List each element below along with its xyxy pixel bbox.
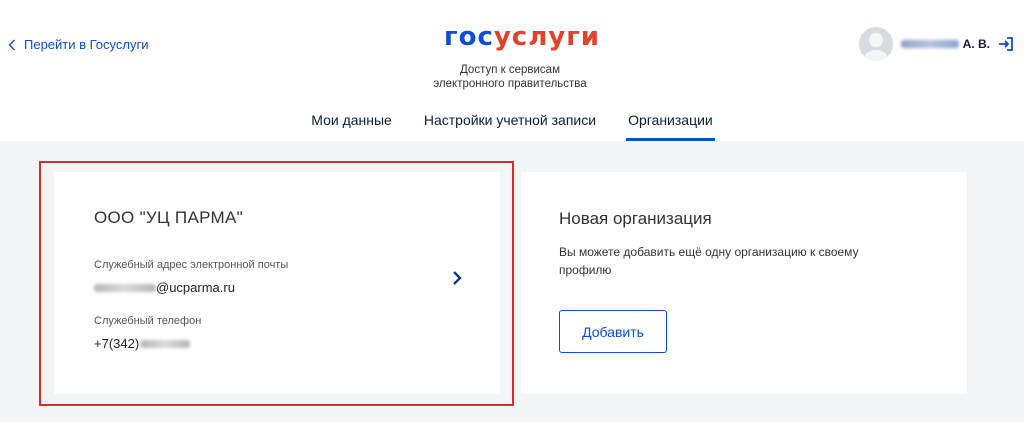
phone-prefix: +7(342) bbox=[94, 336, 140, 351]
phone-value: +7(342) bbox=[94, 336, 191, 351]
organization-name: ООО "УЦ ПАРМА" bbox=[94, 208, 243, 227]
organization-card[interactable]: ООО "УЦ ПАРМА" Служебный адрес электронн… bbox=[54, 172, 500, 394]
add-organization-button[interactable]: Добавить bbox=[559, 310, 667, 353]
avatar[interactable] bbox=[858, 27, 893, 61]
new-organization-title: Новая организация bbox=[559, 209, 712, 228]
subtitle-line-1: Доступ к сервисам bbox=[460, 64, 560, 76]
chevron-left-icon bbox=[8, 39, 15, 50]
account-tabs: Мои данные Настройки учетной записи Орга… bbox=[0, 112, 1024, 141]
blurred-phone-number bbox=[140, 339, 191, 348]
subtitle-line-2: электронного правительства bbox=[433, 78, 587, 90]
tab-organizations[interactable]: Организации bbox=[626, 112, 715, 141]
tab-my-data[interactable]: Мои данные bbox=[309, 112, 394, 141]
gosuslugi-logo[interactable]: госуслуги bbox=[444, 22, 600, 52]
logo-part-gos: гос bbox=[444, 22, 494, 52]
chevron-right-icon[interactable] bbox=[451, 270, 463, 286]
user-silhouette-icon bbox=[863, 33, 888, 61]
email-value: @ucparma.ru bbox=[94, 280, 235, 295]
new-organization-description: Вы можете добавить ещё одну организацию … bbox=[559, 245, 859, 277]
email-label: Служебный адрес электронной почты bbox=[94, 259, 289, 271]
header-subtitle: Доступ к сервисам электронного правитель… bbox=[400, 63, 620, 91]
user-initials: А. В. bbox=[962, 37, 990, 51]
back-link-label: Перейти в Госуслуги bbox=[24, 37, 149, 52]
tab-account-settings[interactable]: Настройки учетной записи bbox=[422, 112, 598, 141]
user-menu[interactable]: А. В. bbox=[858, 27, 1014, 61]
user-name[interactable]: А. В. bbox=[900, 37, 990, 51]
blurred-email-user bbox=[94, 283, 156, 292]
phone-label: Служебный телефон bbox=[94, 315, 202, 327]
logo-part-uslugi: услуги bbox=[493, 22, 601, 52]
page-header: Перейти в Госуслуги госуслуги Доступ к с… bbox=[0, 0, 1024, 141]
logout-icon[interactable] bbox=[998, 36, 1014, 52]
email-domain: @ucparma.ru bbox=[156, 280, 235, 295]
back-to-gosuslugi-link[interactable]: Перейти в Госуслуги bbox=[8, 37, 148, 52]
blurred-surname bbox=[900, 40, 959, 48]
new-organization-card: Новая организация Вы можете добавить ещё… bbox=[521, 172, 967, 394]
